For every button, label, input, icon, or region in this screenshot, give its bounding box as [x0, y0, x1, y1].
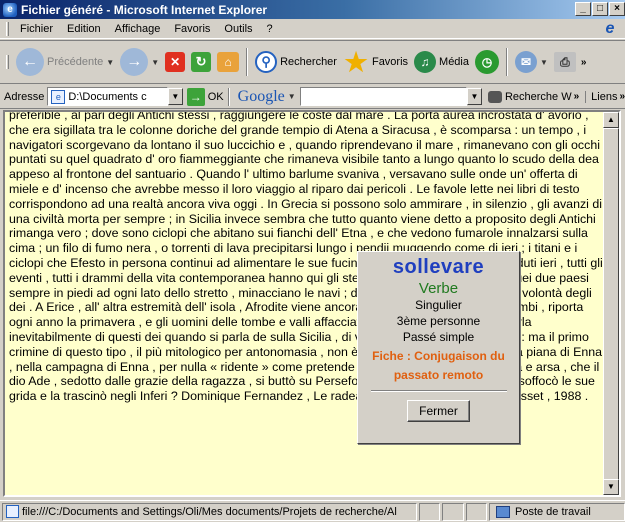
popup-tense: Passé simple [402, 330, 475, 344]
menu-outils[interactable]: Outils [217, 23, 259, 35]
back-arrow-icon: ← [16, 48, 44, 76]
media-label: Média [439, 56, 469, 68]
search-button[interactable]: ⚲ Rechercher [252, 44, 340, 80]
status-cell [418, 502, 441, 521]
computer-icon [495, 505, 510, 518]
chevron-down-icon[interactable]: ▼ [288, 92, 296, 101]
page-content[interactable]: préférible , al pari degli Antichi stess… [3, 110, 621, 497]
chevron-down-icon[interactable]: ▼ [106, 58, 114, 67]
toolbar-separator [506, 48, 508, 76]
address-input[interactable]: e D:\Documents c [47, 87, 168, 106]
conjugation-link[interactable]: Fiche : Conjugaison du passato remoto [358, 347, 519, 385]
links-overflow-button[interactable]: » [619, 91, 625, 102]
history-icon: ◷ [475, 50, 499, 74]
search-icon: ⚲ [255, 51, 278, 73]
address-label: Adresse [4, 90, 45, 103]
menu-favoris[interactable]: Favoris [167, 23, 217, 35]
back-button[interactable]: ← Précédente ▼ [13, 44, 117, 80]
forward-arrow-icon: → [120, 48, 149, 76]
minimize-button[interactable]: _ [575, 2, 591, 16]
google-search-input[interactable] [299, 87, 468, 106]
toolbar-separator [246, 48, 249, 76]
vertical-scrollbar[interactable]: ▲ ▼ [603, 112, 619, 495]
home-button[interactable]: ⌂ [214, 44, 242, 80]
page-icon: e [51, 89, 66, 104]
back-label: Précédente [47, 56, 104, 68]
status-url: file:///C:/Documents and Settings/Oli/Me… [22, 505, 397, 518]
close-button[interactable]: × [609, 2, 625, 16]
status-cell [442, 502, 464, 521]
maximize-button[interactable]: □ [592, 2, 608, 16]
binoculars-icon [487, 90, 502, 103]
popup-word: sollevare [392, 256, 485, 278]
google-dropdown-button[interactable]: ▼ [467, 88, 482, 105]
scroll-thumb[interactable] [603, 128, 619, 480]
toolbar-grip[interactable] [6, 55, 9, 69]
standard-toolbar: ← Précédente ▼ → ▼ ✕ ↻ ⌂ ⚲ Rechercher ★ … [0, 40, 625, 84]
toolbar-separator [227, 87, 230, 106]
search-web-label: Recherche W [504, 90, 572, 103]
address-dropdown-button[interactable]: ▼ [167, 88, 183, 105]
print-button[interactable]: ⎙ [551, 44, 579, 80]
menu-fichier[interactable]: Fichier [13, 23, 60, 35]
status-url-panel: file:///C:/Documents and Settings/Oli/Me… [2, 502, 417, 521]
search-label: Rechercher [280, 56, 337, 68]
toolbar-overflow-button[interactable]: » [581, 57, 587, 68]
history-button[interactable]: ◷ [472, 44, 502, 80]
home-icon: ⌂ [217, 52, 240, 72]
favorites-button[interactable]: ★ Favoris [340, 44, 411, 80]
go-button[interactable]: → OK [186, 87, 224, 106]
toolbar-grip[interactable] [6, 21, 9, 36]
google-toolbar-overflow-button[interactable]: » [574, 91, 580, 102]
chevron-down-icon[interactable]: ▼ [151, 58, 159, 67]
address-value: D:\Documents c [68, 90, 147, 103]
ie-icon: e [3, 2, 17, 17]
dictionary-popup: sollevare Verbe Singulier 3ème personne … [357, 251, 520, 444]
popup-category: Verbe [418, 280, 459, 297]
star-icon: ★ [344, 46, 368, 77]
menu-bar: Fichier Edition Affichage Favoris Outils… [0, 19, 625, 39]
search-web-button[interactable]: Recherche W [487, 90, 572, 103]
popup-person: 3ème personne [396, 314, 481, 328]
google-wordmark: Google [237, 87, 285, 105]
status-cell [465, 502, 487, 521]
status-bar: file:///C:/Documents and Settings/Oli/Me… [0, 500, 625, 522]
scroll-up-button[interactable]: ▲ [603, 112, 619, 128]
menu-affichage[interactable]: Affichage [108, 23, 168, 35]
title-bar: e Fichier généré - Microsoft Internet Ex… [0, 0, 625, 19]
refresh-icon: ↻ [191, 52, 212, 72]
stop-icon: ✕ [165, 52, 186, 72]
zone-label: Poste de travail [514, 505, 591, 518]
refresh-button[interactable]: ↻ [188, 44, 214, 80]
media-button[interactable]: ♫ Média [411, 44, 472, 80]
chevron-down-icon[interactable]: ▼ [540, 58, 548, 67]
menu-edition[interactable]: Edition [60, 23, 108, 35]
go-arrow-icon: → [186, 87, 205, 106]
links-button[interactable]: Liens [585, 90, 617, 103]
mail-button[interactable]: ✉ ▼ [512, 44, 551, 80]
security-zone: Poste de travail [488, 502, 625, 521]
close-popup-button[interactable]: Fermer [407, 400, 470, 422]
address-bar: Adresse e D:\Documents c ▼ → OK Google ▼… [0, 85, 625, 109]
popup-number: Singulier [415, 298, 462, 312]
popup-divider [370, 390, 507, 392]
menu-help[interactable]: ? [260, 23, 280, 35]
google-logo[interactable]: Google [238, 88, 285, 106]
stop-button[interactable]: ✕ [162, 44, 188, 80]
go-label: OK [207, 90, 224, 103]
forward-button[interactable]: → ▼ [117, 44, 162, 80]
media-icon: ♫ [414, 51, 437, 73]
windows-logo-icon: e [605, 20, 615, 37]
mail-icon: ✉ [515, 51, 537, 73]
page-icon [6, 505, 19, 518]
favorites-label: Favoris [371, 56, 409, 68]
window-title: Fichier généré - Microsoft Internet Expl… [21, 2, 268, 17]
scroll-down-button[interactable]: ▼ [603, 479, 619, 495]
printer-icon: ⎙ [553, 52, 576, 72]
